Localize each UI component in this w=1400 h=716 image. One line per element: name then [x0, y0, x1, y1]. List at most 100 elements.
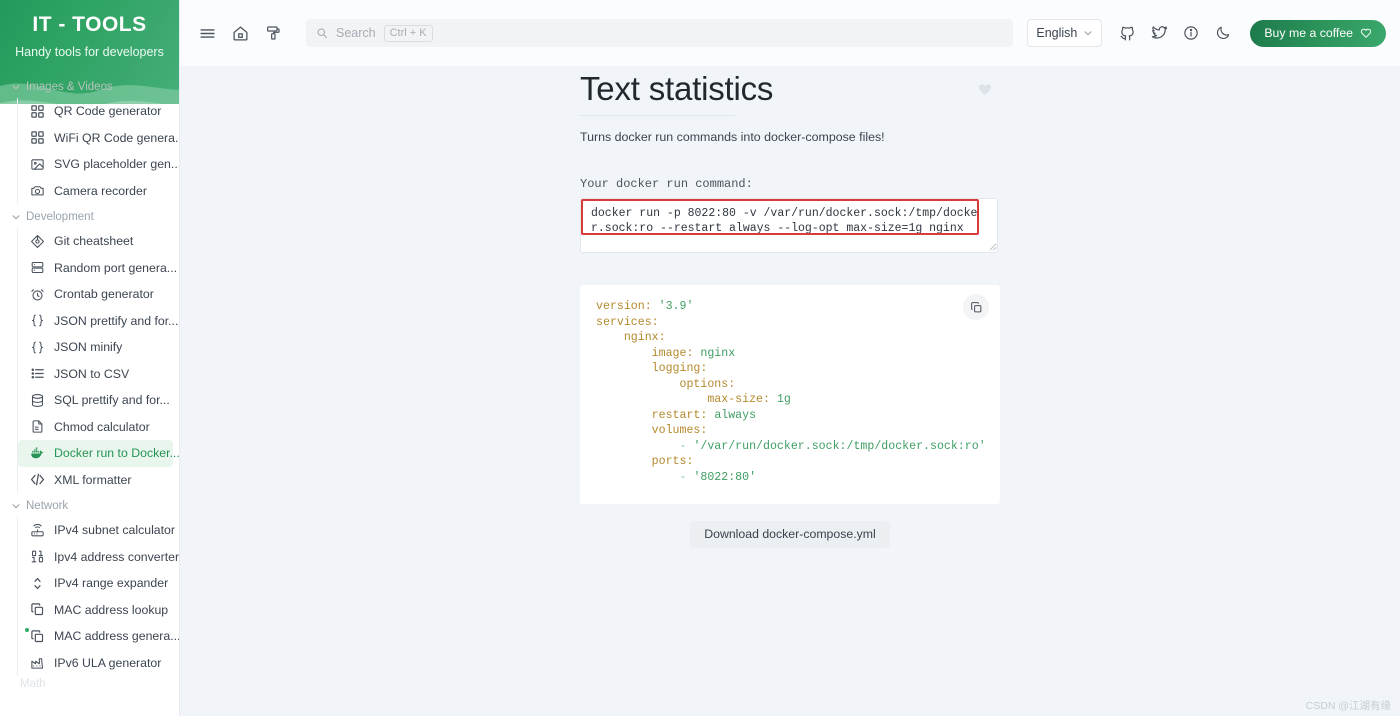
sidebar-item-crontab-generator[interactable]: Crontab generator [18, 281, 173, 308]
copy-icon [30, 602, 45, 617]
download-row: Download docker-compose.yml [580, 520, 1000, 548]
sidebar-item-label: Docker run to Docker... [54, 446, 179, 461]
chevron-down-icon [11, 501, 21, 511]
heart-icon [1360, 27, 1372, 39]
download-docker-compose-button[interactable]: Download docker-compose.yml [690, 520, 890, 548]
sidebar-item-sql-prettify-and-for[interactable]: SQL prettify and for... [18, 387, 173, 414]
sidebar-item-label: Camera recorder [54, 183, 147, 198]
search-input[interactable]: Search Ctrl + K [306, 19, 1014, 47]
paint-roller-icon[interactable] [258, 18, 288, 48]
chevron-down-icon [11, 82, 21, 92]
chevron-down-icon [1083, 28, 1093, 38]
sidebar-item-mac-address-genera[interactable]: MAC address genera... [18, 623, 179, 650]
sidebar-item-label: MAC address genera... [54, 629, 179, 644]
file-icon [30, 419, 45, 434]
topbar: Search Ctrl + K English Buy me a coffee [180, 0, 1400, 66]
sidebar-item-label: JSON prettify and for... [54, 313, 179, 328]
title-row: Text statistics [580, 70, 1000, 108]
sidebar-item-label: JSON minify [54, 340, 123, 355]
sidebar-item-chmod-calculator[interactable]: Chmod calculator [18, 414, 173, 441]
sidebar-item-json-to-csv[interactable]: JSON to CSV [18, 361, 173, 388]
copy-icon[interactable] [963, 294, 989, 320]
sidebar-group-items: IPv4 subnet calculator Ipv4 address conve… [17, 517, 179, 676]
sidebar-item-ipv4-address-converter[interactable]: Ipv4 address converter [18, 544, 179, 571]
sidebar-item-label: Chmod calculator [54, 419, 150, 434]
page-title: Text statistics [580, 70, 774, 107]
docker-compose-output-card: version: '3.9' services: nginx: image: n… [580, 285, 1000, 504]
sidebar-menu[interactable]: Images & Videos QR Code generator WiFi QR … [0, 74, 179, 716]
sidebar-item-random-port-genera[interactable]: Random port genera... [18, 255, 177, 282]
router-icon [30, 523, 45, 538]
git-icon [30, 234, 45, 249]
brand-title: IT - TOOLS [32, 13, 147, 36]
sidebar-item-label: QR Code generator [54, 104, 162, 119]
sidebar-item-ipv6-ula-generator[interactable]: IPv6 ULA generator [18, 650, 173, 677]
sidebar-item-label: IPv6 ULA generator [54, 655, 162, 670]
sidebar-item-label: IPv4 subnet calculator [54, 523, 175, 538]
sidebar-item-label: JSON to CSV [54, 366, 130, 381]
chevron-down-icon [11, 212, 21, 222]
sidebar-group: Development Git cheatsheet Random port gen… [8, 206, 179, 493]
docker-compose-yaml: version: '3.9' services: nginx: image: n… [596, 300, 986, 485]
github-icon[interactable] [1112, 18, 1142, 48]
camera-icon [30, 183, 45, 198]
sidebar-item-xml-formatter[interactable]: XML formatter [18, 467, 173, 494]
home-icon[interactable] [225, 18, 255, 48]
sidebar-item-label: SVG placeholder gen... [54, 157, 179, 172]
sidebar-group-label: Network [26, 500, 69, 512]
title-divider [580, 115, 735, 116]
sidebar-group-items: Git cheatsheet Random port genera... Cront… [17, 228, 179, 493]
sidebar-item-git-cheatsheet[interactable]: Git cheatsheet [18, 228, 173, 255]
copy-icon [30, 629, 45, 644]
brand-subtitle: Handy tools for developers [15, 45, 164, 59]
info-icon[interactable] [1176, 18, 1206, 48]
sidebar-group: Network IPv4 subnet calculator Ipv4 addres… [8, 495, 179, 676]
sidebar-item-label: Crontab generator [54, 287, 154, 302]
sidebar-group-partial[interactable]: Math [8, 676, 179, 690]
resize-handle-icon[interactable] [988, 242, 997, 251]
sidebar-item-docker-run-to-docker[interactable]: Docker run to Docker... [18, 440, 179, 467]
qr-code-icon [30, 130, 45, 145]
alarm-icon [30, 287, 45, 302]
command-input-label: Your docker run command: [580, 177, 753, 191]
sidebar-item-label: SQL prettify and for... [54, 393, 170, 408]
tool-panel: Text statistics Turns docker run command… [580, 66, 1000, 548]
twitter-icon[interactable] [1144, 18, 1174, 48]
sidebar-group-header-images-videos[interactable]: Images & Videos [8, 76, 179, 98]
sidebar-group-header-development[interactable]: Development [8, 206, 179, 228]
sidebar-group-label: Development [26, 211, 94, 223]
search-placeholder: Search [336, 26, 376, 40]
braces-icon [30, 340, 45, 355]
favorite-heart-icon[interactable] [977, 82, 993, 97]
sidebar-group-label: Images & Videos [26, 81, 113, 93]
sidebar-item-wifi-qr-code-genera[interactable]: WiFi QR Code genera... [18, 125, 179, 152]
sidebar-item-ipv4-subnet-calculator[interactable]: IPv4 subnet calculator [18, 517, 175, 544]
hamburger-icon[interactable] [192, 18, 222, 48]
image-icon [30, 157, 45, 172]
main-content: Text statistics Turns docker run command… [180, 66, 1400, 716]
buy-me-a-coffee-button[interactable]: Buy me a coffee [1250, 19, 1386, 47]
factory-icon [30, 655, 45, 670]
moon-icon[interactable] [1208, 18, 1238, 48]
list-icon [30, 366, 45, 381]
sidebar-item-json-minify[interactable]: JSON minify [18, 334, 173, 361]
sidebar-item-ipv4-range-expander[interactable]: IPv4 range expander [18, 570, 173, 597]
sidebar-item-svg-placeholder-gen[interactable]: SVG placeholder gen... [18, 151, 179, 178]
language-value: English [1036, 26, 1078, 40]
sidebar-item-label: Ipv4 address converter [54, 549, 179, 564]
server-icon [30, 260, 45, 275]
search-shortcut-badge: Ctrl + K [383, 24, 433, 42]
docker-run-command-input[interactable]: docker run -p 8022:80 -v /var/run/docker… [580, 198, 998, 253]
sidebar-group: Images & Videos QR Code generator WiFi QR … [8, 76, 179, 204]
sidebar-item-json-prettify-and-for[interactable]: JSON prettify and for... [18, 308, 178, 335]
coffee-button-label: Buy me a coffee [1264, 26, 1353, 40]
sidebar-item-camera-recorder[interactable]: Camera recorder [18, 178, 173, 205]
sidebar-item-qr-code-generator[interactable]: QR Code generator [18, 98, 173, 125]
qr-code-icon [30, 104, 45, 119]
sidebar-item-mac-address-lookup[interactable]: MAC address lookup [18, 597, 173, 624]
topbar-icon-group [1112, 18, 1238, 48]
new-indicator-dot [25, 628, 29, 632]
sidebar-item-label: Random port genera... [54, 260, 178, 275]
language-select[interactable]: English [1027, 19, 1103, 47]
sidebar-group-header-network[interactable]: Network [8, 495, 179, 517]
